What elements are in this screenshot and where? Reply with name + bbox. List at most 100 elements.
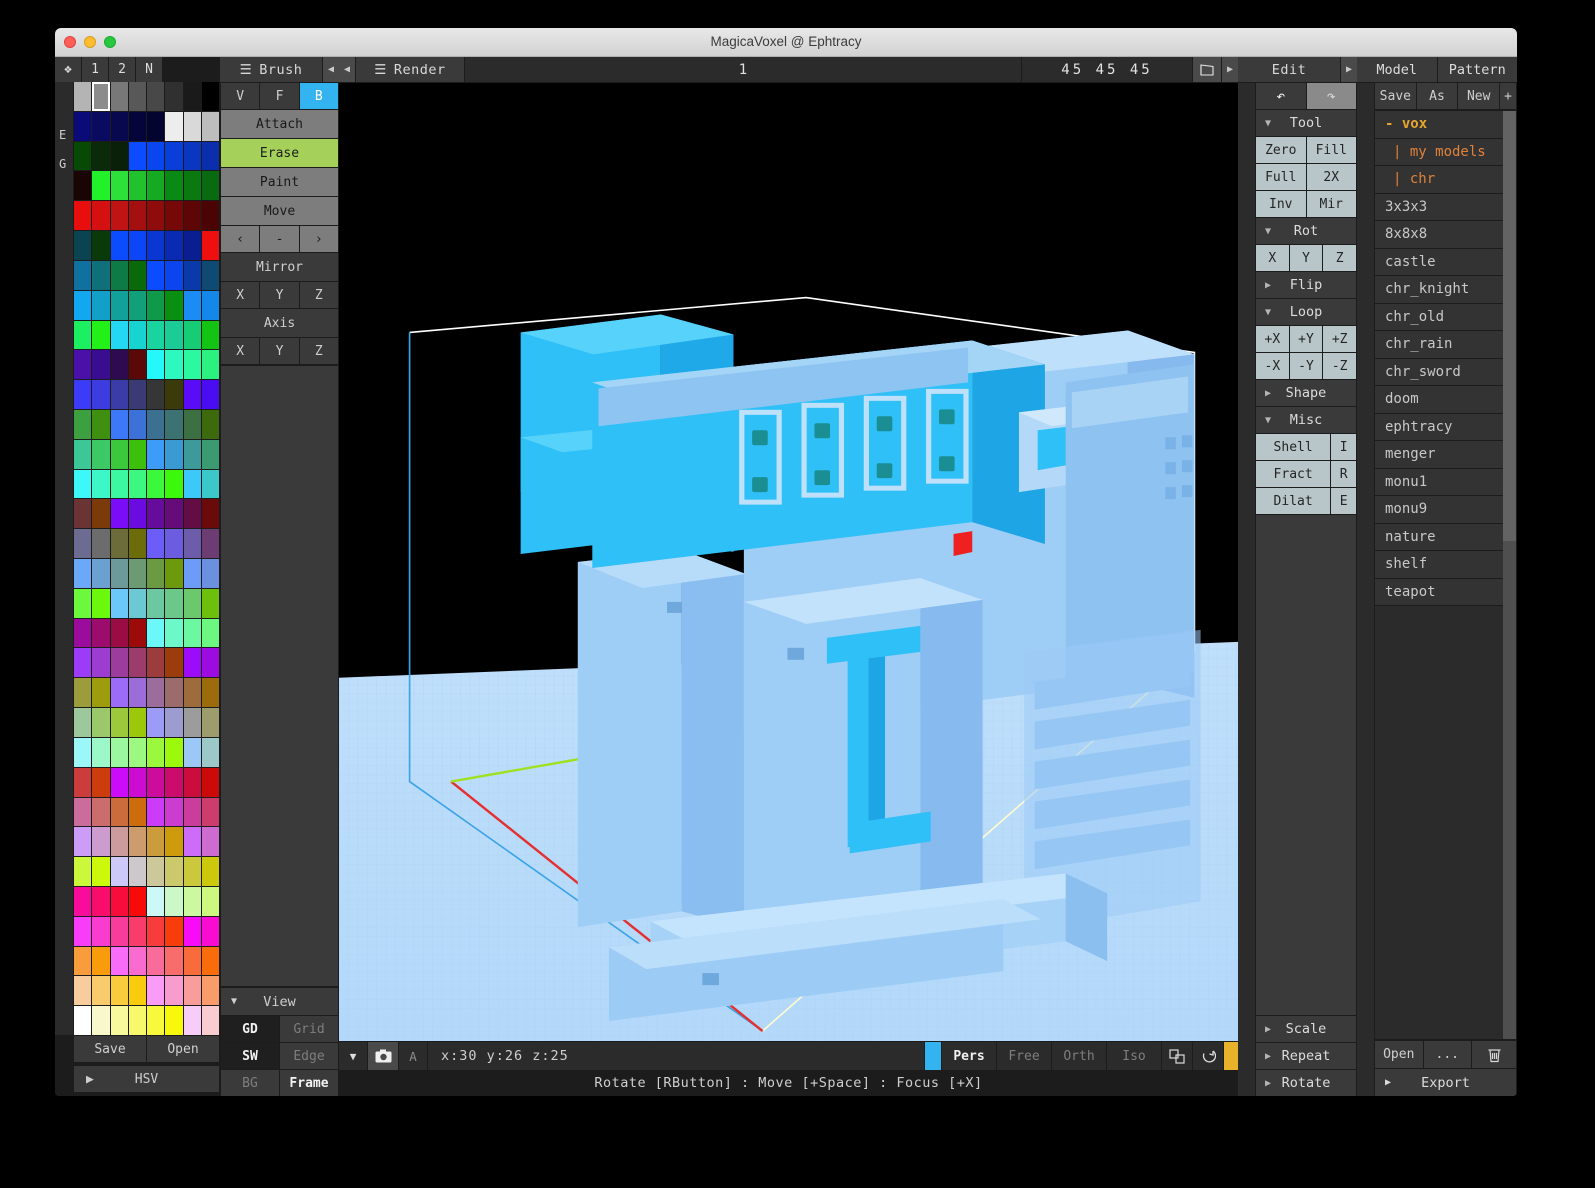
palette-swatch[interactable] <box>74 171 92 201</box>
palette-swatch[interactable] <box>92 797 110 827</box>
palette-swatch[interactable] <box>92 350 110 380</box>
palette-swatch[interactable] <box>201 260 219 290</box>
palette-swatch[interactable] <box>74 380 92 409</box>
model-save-button[interactable]: Save <box>1375 83 1416 109</box>
palette-swatch[interactable] <box>183 886 201 916</box>
model-list-item[interactable]: chr_rain <box>1375 331 1516 359</box>
palette-swatch[interactable] <box>74 588 92 618</box>
palette-swatch[interactable] <box>201 797 219 827</box>
palette-swatch[interactable] <box>183 559 201 588</box>
palette-swatch[interactable] <box>201 141 219 171</box>
palette-swatch[interactable] <box>201 767 219 797</box>
palette-swatch[interactable] <box>128 618 146 648</box>
palette-swatch[interactable] <box>110 827 128 857</box>
palette-swatch[interactable] <box>92 976 110 1006</box>
palette-swatch[interactable] <box>110 708 128 737</box>
palette-swatch[interactable] <box>92 559 110 588</box>
palette-swatch[interactable] <box>147 916 165 946</box>
palette-swatch[interactable] <box>128 290 146 320</box>
loop-plus-z[interactable]: +Z <box>1323 326 1357 352</box>
palette-swatch[interactable] <box>92 827 110 857</box>
palette-swatch[interactable] <box>74 916 92 946</box>
palette-swatch[interactable] <box>201 886 219 916</box>
palette-swatch[interactable] <box>147 380 165 409</box>
palette-swatch[interactable] <box>201 648 219 678</box>
palette-swatch[interactable] <box>92 857 110 886</box>
model-list-item[interactable]: monu9 <box>1375 496 1516 524</box>
palette-swatch[interactable] <box>201 409 219 439</box>
active-color-swatch[interactable] <box>925 1042 941 1070</box>
tool-full-button[interactable]: Full <box>1256 164 1306 190</box>
palette-swatch[interactable] <box>92 111 110 141</box>
palette-swatch[interactable] <box>128 439 146 469</box>
palette-swatch[interactable] <box>74 678 92 708</box>
palette-swatch[interactable] <box>110 648 128 678</box>
palette-swatch[interactable] <box>147 737 165 767</box>
palette-swatch[interactable] <box>74 290 92 320</box>
palette-swatch[interactable] <box>92 886 110 916</box>
palette-swatch[interactable] <box>110 857 128 886</box>
palette-swatch[interactable] <box>74 231 92 260</box>
palette-swatch[interactable] <box>147 797 165 827</box>
palette-swatch[interactable] <box>183 797 201 827</box>
brush-panel-header[interactable]: ☰ Brush <box>220 57 322 82</box>
palette-swatch[interactable] <box>165 559 183 588</box>
palette-swatch[interactable] <box>165 82 183 111</box>
brush-size-minus-button[interactable]: - <box>260 226 299 252</box>
palette-swatch[interactable] <box>201 82 219 111</box>
palette-swatch[interactable] <box>92 439 110 469</box>
palette-swatch[interactable] <box>110 320 128 350</box>
palette-swatch[interactable] <box>201 678 219 708</box>
edit-panel-title[interactable]: Edit <box>1238 57 1340 82</box>
model-list-item[interactable]: - vox <box>1375 111 1516 139</box>
palette-swatch[interactable] <box>74 409 92 439</box>
palette-swatch[interactable] <box>165 439 183 469</box>
palette-swatch[interactable] <box>147 767 165 797</box>
palette-swatch[interactable] <box>128 588 146 618</box>
palette-swatch[interactable] <box>183 827 201 857</box>
edit-expand-arrow[interactable]: ▶ <box>1222 57 1238 82</box>
palette-swatch[interactable] <box>128 171 146 201</box>
repeat-section-header[interactable]: ▶ Repeat <box>1256 1043 1356 1069</box>
palette-swatch[interactable] <box>201 916 219 946</box>
palette-swatch[interactable] <box>201 946 219 976</box>
palette-swatch[interactable] <box>110 141 128 171</box>
palette-swatch[interactable] <box>110 350 128 380</box>
palette-swatch[interactable] <box>165 409 183 439</box>
palette-swatch[interactable] <box>74 648 92 678</box>
render-collapse-arrow[interactable]: ◀ <box>339 57 355 82</box>
brush-mode-v[interactable]: V <box>221 83 260 109</box>
model-add-button[interactable]: + <box>1500 83 1517 109</box>
model-list-item[interactable]: menger <box>1375 441 1516 469</box>
model-list-item[interactable]: doom <box>1375 386 1516 414</box>
model-saveas-button[interactable]: As <box>1416 83 1458 109</box>
palette-swatch[interactable] <box>92 737 110 767</box>
palette-swatch[interactable] <box>110 767 128 797</box>
palette-swatch[interactable] <box>165 171 183 201</box>
camera-mode-orth[interactable]: Orth <box>1052 1042 1106 1070</box>
palette-swatch[interactable] <box>92 290 110 320</box>
palette-swatch[interactable] <box>128 916 146 946</box>
palette-swatch[interactable] <box>183 380 201 409</box>
palette-swatch[interactable] <box>110 201 128 231</box>
axis-z[interactable]: Z <box>299 338 338 364</box>
palette-swatch[interactable] <box>183 201 201 231</box>
export-section-header[interactable]: ▶ Export <box>1375 1069 1516 1096</box>
loop-plus-y[interactable]: +Y <box>1289 326 1323 352</box>
palette-swatch[interactable] <box>147 588 165 618</box>
palette-swatch[interactable] <box>74 737 92 767</box>
palette-swatch[interactable] <box>92 260 110 290</box>
palette-swatch[interactable] <box>183 231 201 260</box>
palette-swatch[interactable] <box>128 231 146 260</box>
model-list-item[interactable]: chr_knight <box>1375 276 1516 304</box>
palette-swatch[interactable] <box>128 499 146 529</box>
palette-swatch[interactable] <box>201 201 219 231</box>
tab-1[interactable]: 1 <box>82 57 108 82</box>
palette-swatch[interactable] <box>165 886 183 916</box>
color-palette-grid[interactable] <box>73 82 220 1035</box>
palette-swatch[interactable] <box>183 946 201 976</box>
palette-swatch[interactable] <box>147 976 165 1006</box>
palette-swatch[interactable] <box>201 618 219 648</box>
palette-swatch[interactable] <box>92 946 110 976</box>
flip-section-header[interactable]: ▶ Flip <box>1256 272 1356 298</box>
